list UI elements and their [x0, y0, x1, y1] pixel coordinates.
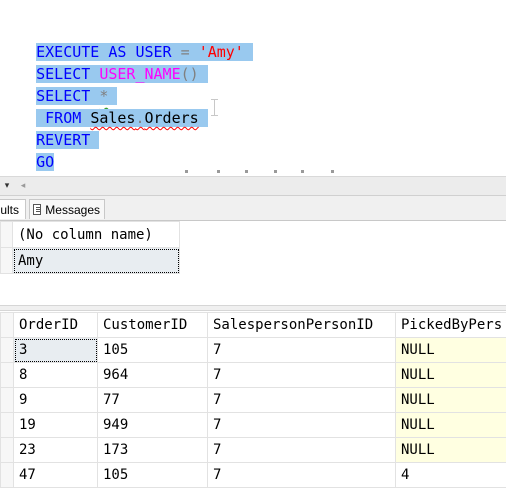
- row-header[interactable]: [0, 387, 14, 413]
- grid-cell[interactable]: 47: [13, 462, 98, 488]
- grid-cell[interactable]: 7: [207, 337, 396, 363]
- grid-cell[interactable]: 964: [97, 362, 208, 388]
- grid-cell[interactable]: NULL: [395, 412, 506, 438]
- column-header[interactable]: (No column name): [12, 221, 180, 248]
- table-row[interactable]: 23 173 7 NULL: [0, 437, 506, 463]
- grid-cell[interactable]: 7: [207, 462, 396, 488]
- grid-cell[interactable]: 7: [207, 387, 396, 413]
- grid-cell[interactable]: 7: [207, 362, 396, 388]
- scroll-left-arrow-icon[interactable]: ◂: [17, 177, 29, 195]
- grid-cell[interactable]: NULL: [395, 337, 506, 363]
- cut-off-code-line: [183, 168, 353, 174]
- grid-cell[interactable]: 105: [97, 337, 208, 363]
- grid-cell[interactable]: 19: [13, 412, 98, 438]
- code-line-1[interactable]: EXECUTE AS USER = 'Amy': [0, 19, 253, 61]
- column-header[interactable]: SalespersonPersonID: [207, 312, 396, 338]
- tab-messages-label: Messages: [45, 202, 100, 217]
- code-line-6[interactable]: GO: [0, 129, 55, 171]
- results-tab-strip: sults Messages: [0, 196, 506, 221]
- row-header[interactable]: [0, 362, 14, 388]
- grid-cell[interactable]: 23: [13, 437, 98, 463]
- grid-cell[interactable]: 8: [13, 362, 98, 388]
- table-row[interactable]: 47 105 7 4: [0, 462, 506, 488]
- result-grid-orders: OrderID CustomerID SalespersonPersonID P…: [0, 312, 506, 488]
- grid-cell[interactable]: 9: [13, 387, 98, 413]
- grid-cell[interactable]: 4: [395, 462, 506, 488]
- code-line-4[interactable]: FROM Sales.Orders: [0, 85, 208, 127]
- editor-status-bar: ▾ ◂: [0, 176, 506, 196]
- grid-cell[interactable]: 949: [97, 412, 208, 438]
- grid-cell[interactable]: 7: [207, 412, 396, 438]
- code-token: GO: [36, 153, 55, 171]
- messages-icon: [33, 204, 42, 215]
- code-line-3[interactable]: SELECT *: [0, 63, 118, 105]
- table-row[interactable]: 8 964 7 NULL: [0, 362, 506, 388]
- grid-splitter[interactable]: [0, 305, 506, 311]
- row-header[interactable]: [0, 412, 14, 438]
- row-header[interactable]: [0, 337, 14, 363]
- grid-cell[interactable]: NULL: [395, 437, 506, 463]
- code-token: Orders: [144, 109, 199, 127]
- column-header[interactable]: PickedByPers: [395, 312, 506, 338]
- table-row[interactable]: Amy: [0, 247, 180, 274]
- grid-cell[interactable]: 105: [97, 462, 208, 488]
- column-header[interactable]: CustomerID: [97, 312, 208, 338]
- grid-cell[interactable]: 173: [97, 437, 208, 463]
- code-line-2[interactable]: SELECT USER_NAME(): [0, 41, 208, 83]
- result-grid-username: (No column name) Amy: [0, 221, 180, 274]
- query-editor[interactable]: EXECUTE AS USER = 'Amy' SELECT USER_NAME…: [0, 0, 506, 176]
- grid-cell[interactable]: NULL: [395, 387, 506, 413]
- code-line-5[interactable]: REVERT: [0, 107, 100, 149]
- grid-cell[interactable]: 3: [13, 337, 98, 363]
- tab-messages[interactable]: Messages: [29, 199, 105, 219]
- grid-cell[interactable]: NULL: [395, 362, 506, 388]
- tab-results[interactable]: sults: [0, 199, 26, 219]
- grid-cell[interactable]: Amy: [12, 247, 180, 274]
- table-row[interactable]: 3 105 7 NULL: [0, 337, 506, 363]
- table-row[interactable]: 9 77 7 NULL: [0, 387, 506, 413]
- row-header[interactable]: [0, 247, 13, 274]
- column-header[interactable]: OrderID: [13, 312, 98, 338]
- zoom-dropdown-icon[interactable]: ▾: [0, 177, 14, 195]
- table-row[interactable]: 19 949 7 NULL: [0, 412, 506, 438]
- grid-corner[interactable]: [0, 221, 13, 248]
- row-header[interactable]: [0, 462, 14, 488]
- code-token: .: [135, 109, 145, 127]
- ibeam-cursor-icon: [211, 99, 218, 116]
- tab-results-label: sults: [0, 203, 19, 217]
- grid-cell[interactable]: 77: [97, 387, 208, 413]
- grid-cell[interactable]: 7: [207, 437, 396, 463]
- row-header[interactable]: [0, 437, 14, 463]
- grid-corner[interactable]: [0, 312, 14, 338]
- code-token: (): [180, 65, 199, 83]
